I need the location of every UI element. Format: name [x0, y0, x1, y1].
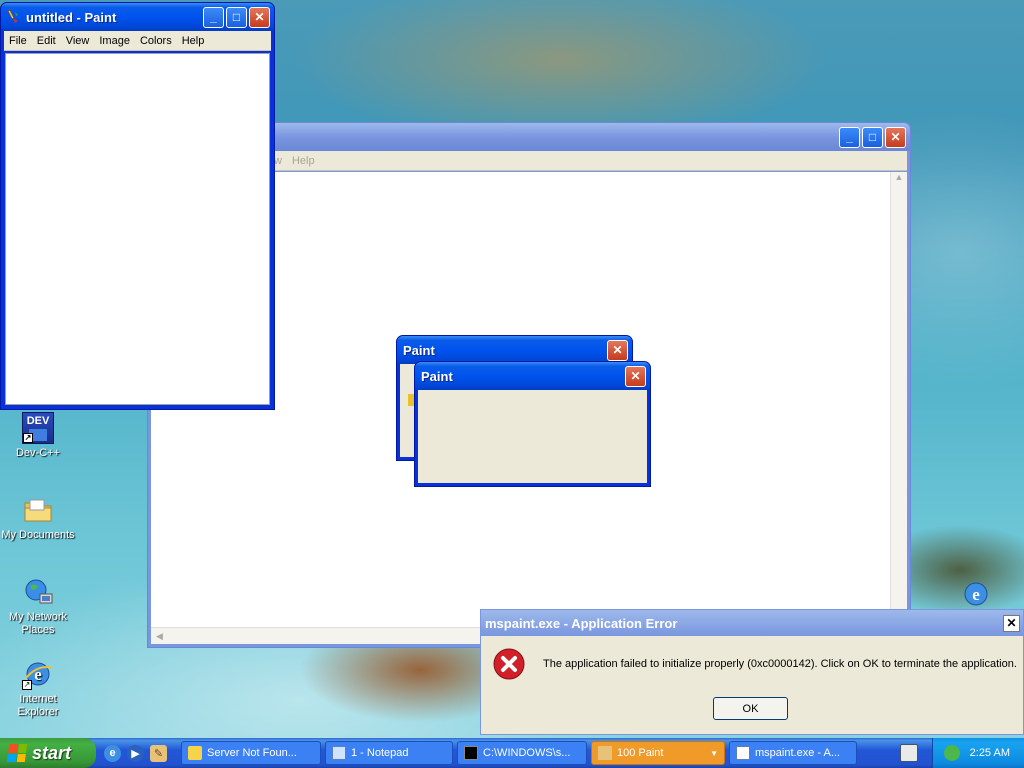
- dialog-body: [418, 390, 647, 483]
- menu-help[interactable]: Help: [177, 35, 210, 47]
- menu-edit[interactable]: Edit: [32, 35, 61, 47]
- menu-view[interactable]: View: [61, 35, 95, 47]
- close-button[interactable]: ✕: [625, 365, 646, 387]
- paint-quicklaunch-icon[interactable]: ✎: [150, 744, 167, 762]
- canvas-area[interactable]: [5, 53, 270, 405]
- dialog-title: Paint: [421, 368, 453, 384]
- paint-window[interactable]: untitled - Paint _ □ ✕ File Edit View Im…: [0, 2, 275, 410]
- task-button-notepad[interactable]: 1 - Notepad: [325, 741, 453, 765]
- task-button-browser[interactable]: Server Not Foun...: [181, 741, 321, 765]
- internet-explorer-icon-partial[interactable]: e: [960, 578, 992, 610]
- start-button[interactable]: start: [0, 738, 96, 768]
- task-label: 1 - Notepad: [351, 747, 409, 759]
- taskbar: start e ▶ ✎ Server Not Foun... 1 - Notep…: [0, 738, 1024, 768]
- minimize-button[interactable]: _: [839, 126, 860, 148]
- scroll-up-arrow[interactable]: ▲: [891, 172, 907, 189]
- desktop-icon-label: My Network Places: [8, 611, 68, 636]
- close-button[interactable]: ✕: [249, 6, 270, 28]
- dialog-title: Paint: [403, 342, 435, 358]
- desktop-icon-my-documents[interactable]: My Documents: [0, 494, 76, 542]
- task-button-command-prompt[interactable]: C:\WINDOWS\s...: [457, 741, 587, 765]
- error-icon: [493, 648, 525, 680]
- internet-explorer-quicklaunch-icon[interactable]: e: [104, 744, 121, 762]
- ok-button[interactable]: OK: [713, 697, 788, 720]
- desktop-icon-internet-explorer[interactable]: e ↗ Internet Explorer: [0, 658, 76, 719]
- desktop-icon-label: Internet Explorer: [17, 693, 59, 718]
- scroll-left-arrow[interactable]: ◀: [151, 628, 168, 645]
- dialog-window-icon: [736, 746, 750, 760]
- minimize-button[interactable]: _: [203, 6, 224, 28]
- svg-text:e: e: [972, 585, 980, 604]
- folder-icon: [22, 494, 54, 526]
- maximize-button[interactable]: □: [226, 6, 247, 28]
- title-bar[interactable]: mspaint.exe - Application Error ✕: [481, 610, 1023, 636]
- desktop-icon-network-places[interactable]: My Network Places: [0, 576, 76, 637]
- desktop-icon-label: Dev-C++: [15, 447, 61, 459]
- network-globe-icon: [22, 576, 54, 608]
- menu-help[interactable]: Help: [287, 155, 320, 167]
- error-message: The application failed to initialize pro…: [543, 658, 1017, 670]
- task-button-application-error[interactable]: mspaint.exe - A...: [729, 741, 857, 765]
- network-tray-icon[interactable]: [943, 745, 960, 761]
- windows-flag-icon: [6, 744, 28, 762]
- dialog-title: mspaint.exe - Application Error: [485, 615, 678, 631]
- browser-icon: [188, 746, 202, 760]
- clock[interactable]: 2:25 AM: [970, 747, 1010, 759]
- vertical-scrollbar[interactable]: ▲: [890, 172, 907, 627]
- command-prompt-icon: [464, 746, 478, 760]
- internet-explorer-icon: e ↗: [22, 658, 54, 690]
- close-button[interactable]: ✕: [607, 339, 628, 361]
- devcpp-icon: DEV ↗: [22, 412, 54, 444]
- paint-app-icon: [5, 9, 21, 25]
- paint-dialog-front[interactable]: Paint ✕: [414, 361, 651, 487]
- paint-icon: [598, 746, 612, 760]
- start-label: start: [32, 742, 72, 763]
- notepad-icon: [332, 746, 346, 760]
- task-label: mspaint.exe - A...: [755, 747, 840, 759]
- title-bar[interactable]: Paint ✕: [415, 362, 650, 390]
- menu-colors[interactable]: Colors: [135, 35, 177, 47]
- quick-launch: e ▶ ✎: [96, 744, 175, 762]
- application-error-dialog[interactable]: mspaint.exe - Application Error ✕ The ap…: [480, 609, 1024, 735]
- menu-bar: File Edit View Image Colors Help: [4, 31, 271, 51]
- title-bar[interactable]: untitled - Paint _ □ ✕: [1, 3, 274, 31]
- language-bar-icon[interactable]: [900, 744, 918, 762]
- media-player-quicklaunch-icon[interactable]: ▶: [127, 744, 144, 762]
- title-bar[interactable]: Paint ✕: [397, 336, 632, 364]
- close-button[interactable]: ✕: [1003, 614, 1020, 632]
- system-tray: 2:25 AM: [932, 738, 1024, 768]
- task-label: 100 Paint: [617, 747, 664, 759]
- task-button-paint-group[interactable]: 100 Paint ▼: [591, 741, 725, 765]
- menu-file[interactable]: File: [4, 35, 32, 47]
- close-button[interactable]: ✕: [885, 126, 906, 148]
- menu-image[interactable]: Image: [94, 35, 135, 47]
- desktop-icon-devcpp[interactable]: DEV ↗ Dev-C++: [0, 412, 76, 460]
- window-title: untitled - Paint: [26, 9, 117, 25]
- maximize-button[interactable]: □: [862, 126, 883, 148]
- task-label: C:\WINDOWS\s...: [483, 747, 571, 759]
- chevron-down-icon: ▼: [710, 748, 718, 758]
- task-label: Server Not Foun...: [207, 747, 297, 759]
- desktop-icon-label: My Documents: [1, 529, 75, 541]
